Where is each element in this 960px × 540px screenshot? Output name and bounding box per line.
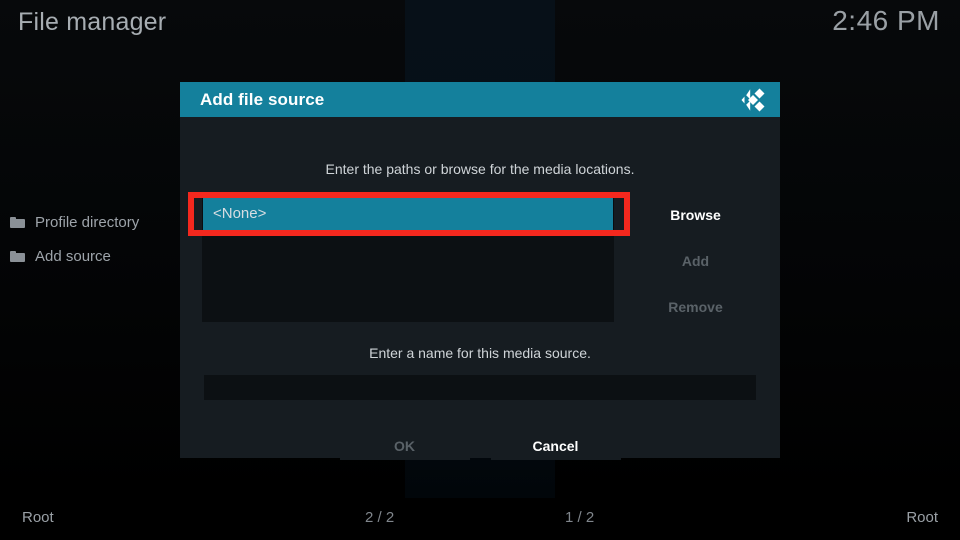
status-left-path: Root (22, 509, 54, 526)
kodi-logo-icon (740, 87, 766, 113)
add-file-source-dialog: Add file source Enter the paths or brows… (180, 82, 780, 460)
status-right-count: 1 / 2 (565, 509, 595, 526)
path-listbox[interactable]: <None> (202, 195, 614, 322)
list-item-label: Profile directory (35, 213, 140, 231)
ok-button[interactable]: OK (339, 432, 470, 460)
paths-hint-label: Enter the paths or browse for the media … (325, 161, 635, 177)
remove-button[interactable]: Remove (630, 291, 761, 322)
list-item[interactable]: Profile directory (0, 205, 180, 239)
folder-icon (10, 216, 25, 228)
side-button-group: Browse Add Remove (630, 199, 761, 337)
status-right-path: Root (906, 509, 938, 526)
list-item-label: Add source (35, 247, 111, 265)
dialog-titlebar: Add file source (180, 82, 780, 117)
list-item[interactable]: Add source (0, 239, 180, 273)
cancel-button[interactable]: Cancel (490, 432, 621, 460)
file-list: Profile directory Add source (0, 205, 180, 273)
browse-button[interactable]: Browse (630, 199, 761, 230)
dialog-title: Add file source (200, 89, 325, 109)
add-button[interactable]: Add (630, 245, 761, 276)
path-item-none[interactable]: <None> (202, 195, 614, 231)
footer-button-group: OK Cancel (180, 432, 780, 460)
status-left-count: 2 / 2 (365, 509, 395, 526)
folder-icon (10, 250, 25, 262)
path-item-label: <None> (213, 204, 267, 222)
page-title: File manager (18, 8, 167, 36)
clock: 2:46 PM (832, 5, 940, 36)
source-name-input[interactable] (204, 375, 756, 400)
dialog-body: Enter the paths or browse for the media … (180, 117, 780, 460)
kodi-file-manager-screen: File manager 2:46 PM Profile directory A… (0, 0, 960, 540)
name-hint-label: Enter a name for this media source. (369, 345, 591, 361)
statusbar: Root 2 / 2 1 / 2 Root (0, 498, 960, 540)
